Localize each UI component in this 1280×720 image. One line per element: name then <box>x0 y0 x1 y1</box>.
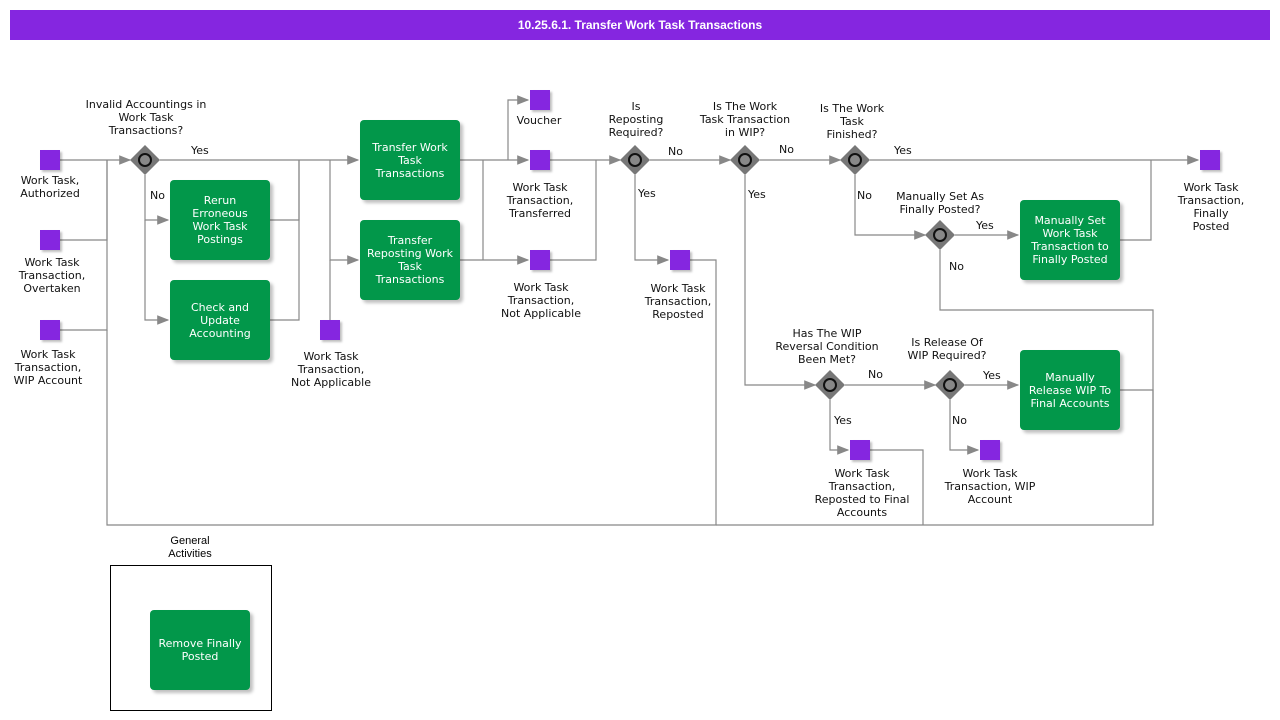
flow-manually-set-out <box>1120 160 1152 241</box>
task-manually-release-wip[interactable]: Manually Release WIP To Final Accounts <box>1020 350 1120 430</box>
flow-label-yes: Yes <box>748 188 766 201</box>
flow-rerun-out <box>270 160 300 221</box>
task-check-update-accounting[interactable]: Check and Update Accounting <box>170 280 270 360</box>
flow-label-no: No <box>150 189 165 202</box>
flow-to-voucher <box>507 95 530 160</box>
data-object-voucher[interactable] <box>530 90 550 110</box>
flow-label-no: No <box>868 368 883 381</box>
object-label: Work Task, Authorized <box>20 174 80 200</box>
data-object-wtt-overtaken[interactable] <box>40 230 60 250</box>
gateway-label: Has The WIP Reversal Condition Been Met? <box>775 327 879 366</box>
object-label: Work Task Transaction, Not Applicable <box>501 281 581 320</box>
data-object-wtt-finally-posted[interactable] <box>1200 150 1220 170</box>
flow-g1-no-check <box>144 220 170 325</box>
data-object-work-task-authorized[interactable] <box>40 150 60 170</box>
object-label: Work Task Transaction, Not Applicable <box>291 350 371 389</box>
gateway-manually-set[interactable] <box>925 220 955 250</box>
gateway-label: Is Release Of WIP Required? <box>907 336 987 362</box>
flow-label-yes: Yes <box>834 414 852 427</box>
data-object-wtt-wip-account-out[interactable] <box>980 440 1000 460</box>
object-label: Work Task Transaction, Reposted <box>644 282 712 321</box>
gateway-label: Invalid Accountings in Work Task Transac… <box>85 98 207 137</box>
flow-label-yes: Yes <box>983 369 1001 382</box>
group-label-general-activities: General Activities <box>168 535 212 560</box>
task-transfer-reposting[interactable]: Transfer Reposting Work Task Transaction… <box>360 220 460 300</box>
object-label: Work Task Transaction, WIP Account <box>13 348 83 387</box>
task-rerun-erroneous-postings[interactable]: Rerun Erroneous Work Task Postings <box>170 180 270 260</box>
flow-label-no: No <box>668 145 683 158</box>
flow-label-yes: Yes <box>976 219 994 232</box>
data-object-wtt-reposted-final[interactable] <box>850 440 870 460</box>
flow-overtaken <box>60 160 108 241</box>
gateway-reposting-required[interactable] <box>620 145 650 175</box>
flow-label-no: No <box>949 260 964 273</box>
data-object-wtt-not-applicable-in[interactable] <box>320 320 340 340</box>
gateway-invalid-accountings[interactable] <box>130 145 160 175</box>
flow-label-no: No <box>779 143 794 156</box>
data-object-wtt-wip-account[interactable] <box>40 320 60 340</box>
gateway-label: Manually Set As Finally Posted? <box>896 190 984 216</box>
data-object-wtt-transferred[interactable] <box>530 150 550 170</box>
gateway-label: Is Reposting Required? <box>608 100 664 139</box>
flow-label-no: No <box>952 414 967 427</box>
flow-to-reposting <box>329 160 360 265</box>
task-manually-set-finally-posted[interactable]: Manually Set Work Task Transaction to Fi… <box>1020 200 1120 280</box>
flow-label-no: No <box>857 189 872 202</box>
flow-label-yes: Yes <box>191 144 209 157</box>
object-label: Work Task Transaction, Finally Posted <box>1177 181 1245 233</box>
data-object-wtt-not-applicable-out[interactable] <box>530 250 550 270</box>
task-transfer-work-task-transactions[interactable]: Transfer Work Task Transactions <box>360 120 460 200</box>
task-remove-finally-posted[interactable]: Remove Finally Posted <box>150 610 250 690</box>
gateway-in-wip[interactable] <box>730 145 760 175</box>
object-label: Work Task Transaction, Transferred <box>506 181 574 220</box>
flow-label-yes: Yes <box>894 144 912 157</box>
gateway-label: Is The Work Task Finished? <box>819 102 885 141</box>
flow-check-out <box>270 160 300 321</box>
data-object-wtt-reposted[interactable] <box>670 250 690 270</box>
object-label: Work Task Transaction, Reposted to Final… <box>814 467 910 519</box>
object-label: Work Task Transaction, Overtaken <box>18 256 86 295</box>
gateway-task-finished[interactable] <box>840 145 870 175</box>
gateway-label: Is The Work Task Transaction in WIP? <box>699 100 791 139</box>
object-label: Voucher <box>516 114 562 127</box>
object-label: Work Task Transaction, WIP Account <box>944 467 1036 506</box>
gateway-release-wip[interactable] <box>935 370 965 400</box>
gateway-wip-reversal[interactable] <box>815 370 845 400</box>
flow-label-yes: Yes <box>638 187 656 200</box>
